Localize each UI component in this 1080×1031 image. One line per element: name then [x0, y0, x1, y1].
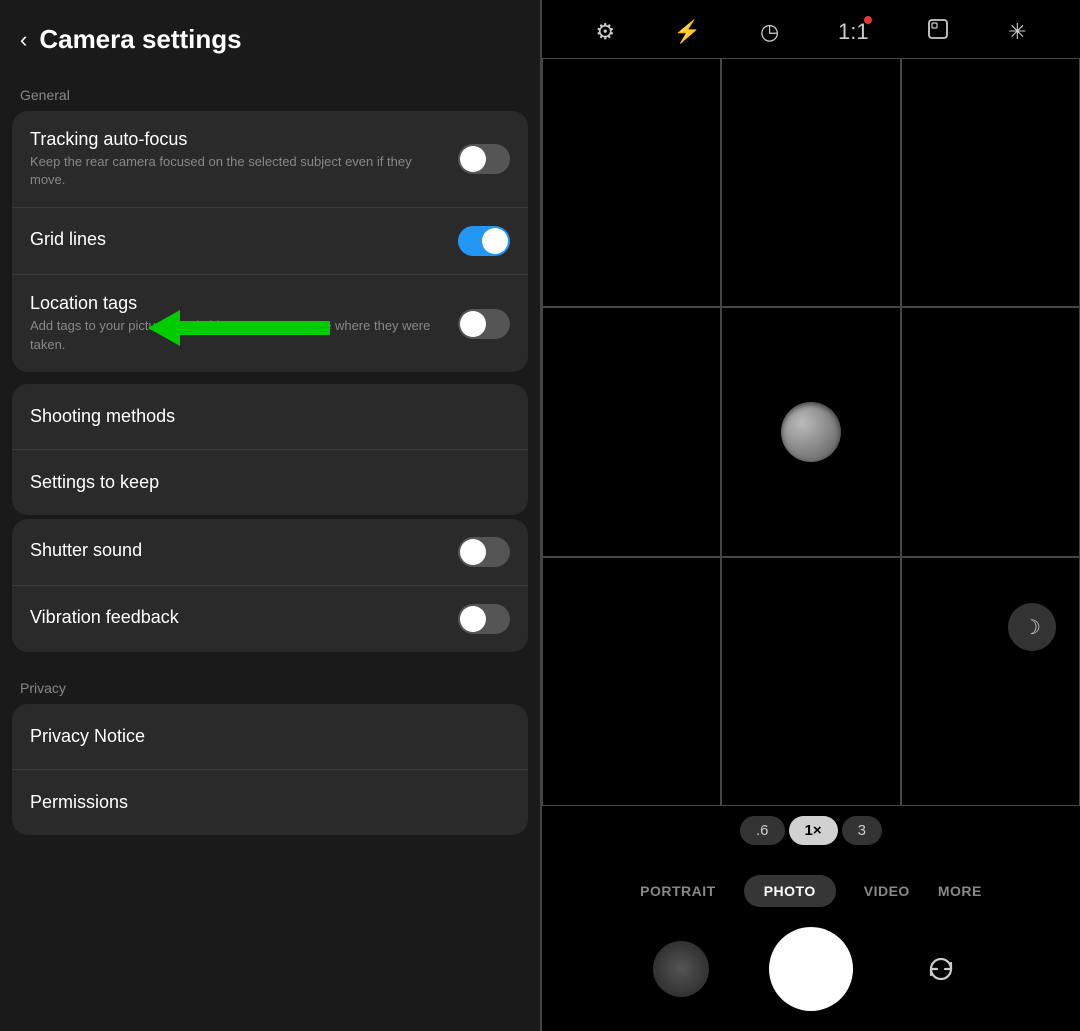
ratio-dot	[864, 16, 872, 24]
vibration-feedback-title: Vibration feedback	[30, 607, 446, 628]
camera-top-icons: ⚙ ⚡ ◷ 1:1 ✳	[542, 0, 1080, 58]
zoom-3x-button[interactable]: 3	[842, 816, 882, 845]
shutter-sound-card: Shutter sound Vibration feedback	[12, 519, 528, 652]
location-tags-desc: Add tags to your pictures and videos so …	[30, 317, 446, 353]
shutter-sound-title: Shutter sound	[30, 540, 446, 561]
page-title: Camera settings	[39, 24, 241, 55]
grid-cell-bl	[542, 557, 721, 806]
shooting-methods-label: Shooting methods	[30, 406, 175, 427]
tracking-autofocus-desc: Keep the rear camera focused on the sele…	[30, 153, 446, 189]
settings-to-keep-label: Settings to keep	[30, 472, 159, 493]
mode-tabs: PORTRAIT PHOTO VIDEO MORE	[640, 875, 982, 907]
ratio-icon[interactable]: 1:1	[838, 19, 869, 45]
grid-cell-tl	[542, 58, 721, 307]
privacy-section-label: Privacy	[0, 664, 540, 704]
back-button[interactable]: ‹	[20, 27, 27, 53]
permissions-row[interactable]: Permissions	[12, 770, 528, 835]
vibration-feedback-toggle[interactable]	[458, 604, 510, 634]
photo-tab[interactable]: PHOTO	[744, 875, 836, 907]
privacy-notice-label: Privacy Notice	[30, 726, 145, 747]
privacy-notice-row[interactable]: Privacy Notice	[12, 704, 528, 770]
tracking-autofocus-row[interactable]: Tracking auto-focus Keep the rear camera…	[12, 111, 528, 208]
grid-cell-tm	[721, 58, 900, 307]
shutter-row	[542, 927, 1080, 1031]
zoom-1x-button[interactable]: 1×	[789, 816, 838, 845]
zoom-controls: .6 1× 3	[740, 816, 882, 845]
tracking-autofocus-toggle[interactable]	[458, 144, 510, 174]
timer-icon[interactable]: ◷	[760, 19, 779, 45]
camera-bottom-controls: .6 1× 3 ☽ PORTRAIT PHOTO VIDEO MORE	[542, 806, 1080, 1031]
camera-viewfinder-panel: ⚙ ⚡ ◷ 1:1 ✳	[542, 0, 1080, 1031]
portrait-tab[interactable]: PORTRAIT	[640, 883, 716, 899]
viewfinder	[542, 58, 1080, 806]
grid-cell-ml	[542, 307, 721, 556]
grid-lines-title: Grid lines	[30, 229, 446, 250]
focus-indicator	[781, 402, 841, 462]
header: ‹ Camera settings	[0, 0, 540, 71]
shutter-sound-row[interactable]: Shutter sound	[12, 519, 528, 586]
tracking-autofocus-title: Tracking auto-focus	[30, 129, 446, 150]
grid-cell-tr	[901, 58, 1080, 307]
permissions-label: Permissions	[30, 792, 128, 813]
video-tab[interactable]: VIDEO	[864, 883, 910, 899]
zoom-06-button[interactable]: .6	[740, 816, 785, 845]
general-section-label: General	[0, 71, 540, 111]
more-tab[interactable]: MORE	[938, 883, 982, 899]
grid-cell-br	[901, 557, 1080, 806]
shooting-methods-row[interactable]: Shooting methods	[12, 384, 528, 450]
format-icon[interactable]	[927, 18, 949, 46]
settings-icon[interactable]: ⚙	[595, 19, 615, 45]
nav-card-1: Shooting methods Settings to keep	[12, 384, 528, 515]
shutter-sound-toggle[interactable]	[458, 537, 510, 567]
flash-icon[interactable]: ⚡	[674, 19, 701, 45]
location-tags-toggle[interactable]	[458, 309, 510, 339]
flip-camera-button[interactable]	[913, 941, 969, 997]
grid-cell-bm	[721, 557, 900, 806]
ai-icon[interactable]: ✳	[1008, 19, 1026, 45]
privacy-card: Privacy Notice Permissions	[12, 704, 528, 835]
settings-to-keep-row[interactable]: Settings to keep	[12, 450, 528, 515]
location-tags-row[interactable]: Location tags Add tags to your pictures …	[12, 275, 528, 371]
gallery-thumbnail[interactable]	[653, 941, 709, 997]
grid-lines-toggle[interactable]	[458, 226, 510, 256]
general-settings-card: Tracking auto-focus Keep the rear camera…	[12, 111, 528, 372]
location-tags-title: Location tags	[30, 293, 446, 314]
vibration-feedback-row[interactable]: Vibration feedback	[12, 586, 528, 652]
grid-cell-mr	[901, 307, 1080, 556]
night-mode-button[interactable]: ☽	[1008, 603, 1056, 651]
shutter-button[interactable]	[769, 927, 853, 1011]
grid-lines-row[interactable]: Grid lines	[12, 208, 528, 275]
